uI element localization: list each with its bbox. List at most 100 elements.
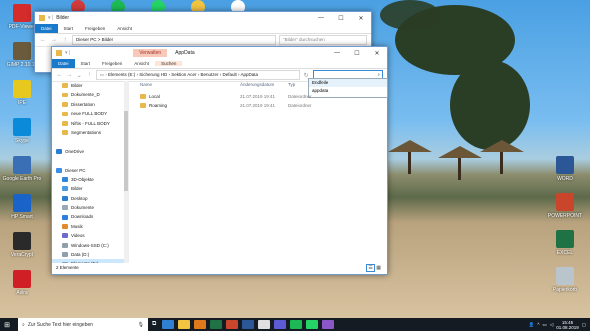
back-arrow-icon[interactable]: ← bbox=[56, 72, 63, 78]
microphone-icon[interactable]: 🎙 bbox=[138, 322, 144, 328]
maximize-button[interactable]: ☐ bbox=[331, 15, 351, 22]
volume-icon[interactable]: ◁ bbox=[550, 322, 553, 328]
people-icon[interactable]: 👤 bbox=[529, 322, 535, 328]
desktop-icon[interactable]: POWERPOINT bbox=[545, 193, 585, 219]
desktop-icon[interactable]: Skype bbox=[2, 118, 42, 144]
tray-chevron-icon[interactable]: ^ bbox=[537, 322, 539, 327]
desktop-icon[interactable]: Google Earth Pro bbox=[2, 156, 42, 182]
minimize-button[interactable]: — bbox=[327, 50, 347, 57]
nav-tree-item[interactable]: 3D-Objekte bbox=[52, 175, 128, 184]
close-button[interactable]: ✕ bbox=[351, 15, 371, 22]
nav-tree-item[interactable]: neue FULL BODY bbox=[52, 109, 128, 118]
minimize-button[interactable]: — bbox=[311, 15, 331, 22]
desktop-icon[interactable]: Papierkorb bbox=[545, 267, 585, 293]
taskbar-app-icon[interactable] bbox=[290, 320, 303, 329]
nav-tree-item[interactable]: Videos bbox=[52, 231, 128, 240]
file-list[interactable]: Name Änderungsdatum Typ Local 21.07.2019 … bbox=[140, 81, 386, 251]
scrollbar[interactable] bbox=[124, 81, 128, 263]
tab-verwalten[interactable]: Verwalten bbox=[133, 49, 168, 57]
network-icon[interactable]: ▭ bbox=[542, 322, 546, 328]
address-bar[interactable]: ▭ › Elements (E:) › Sicherung HD › Sekti… bbox=[95, 70, 300, 80]
nav-tree-item[interactable]: Bilder bbox=[52, 81, 128, 90]
column-name[interactable]: Name bbox=[140, 81, 240, 89]
quick-access-toolbar[interactable]: ▾ | bbox=[65, 50, 70, 56]
nav-tree-item[interactable]: Elements (E:) bbox=[52, 259, 128, 263]
breadcrumb-segment[interactable]: AppData bbox=[241, 72, 259, 77]
maximize-button[interactable]: ☐ bbox=[347, 50, 367, 57]
nav-tree-item[interactable]: Desktop bbox=[52, 194, 128, 203]
nav-tree-item[interactable]: Bilder bbox=[52, 184, 128, 193]
tab-freigeben[interactable]: Freigeben bbox=[79, 26, 111, 31]
nav-tree-item[interactable]: Dieser PC bbox=[52, 166, 128, 175]
desktop-icon[interactable]: Avira bbox=[2, 270, 42, 296]
taskbar-app-icon[interactable] bbox=[306, 320, 319, 329]
taskbar-app-icon[interactable] bbox=[162, 320, 175, 329]
search-input[interactable]: "Bilder" durchsuchen bbox=[279, 35, 367, 45]
taskbar-app-icon[interactable] bbox=[194, 320, 207, 329]
desktop-icon[interactable]: HP Smart bbox=[2, 194, 42, 220]
desktop-icon[interactable]: WORD bbox=[545, 156, 585, 182]
breadcrumb-segment[interactable]: Sicherung HD bbox=[139, 72, 167, 77]
nav-tree-label: Musik bbox=[71, 223, 83, 229]
taskbar-app-icon[interactable] bbox=[242, 320, 255, 329]
taskbar-app-icon[interactable] bbox=[274, 320, 287, 329]
address-bar[interactable]: Dieser PC > Bilder bbox=[72, 35, 276, 45]
taskbar-app-icon[interactable] bbox=[210, 320, 223, 329]
tab-ansicht[interactable]: Ansicht bbox=[111, 26, 138, 31]
nav-tree-item[interactable]: Windows-SSD (C:) bbox=[52, 241, 128, 250]
large-icons-view-icon[interactable]: ▦ bbox=[376, 265, 381, 271]
tab-start[interactable]: Start bbox=[58, 26, 80, 31]
file-row[interactable]: Roaming 21.07.2019 19:41 Dateiordner bbox=[140, 101, 386, 110]
breadcrumb-segment[interactable]: Elements (E:) bbox=[108, 72, 135, 77]
forward-arrow-icon[interactable]: → bbox=[50, 37, 58, 43]
nav-tree-item[interactable]: Data (D:) bbox=[52, 250, 128, 259]
window-titlebar[interactable]: ▾ | Verwalten AppData — ☐ ✕ bbox=[52, 47, 387, 59]
nav-tree-item[interactable]: Segmentations bbox=[52, 128, 128, 137]
windows-start-icon[interactable]: ⊞ bbox=[0, 321, 14, 329]
nav-tree-item[interactable]: OneDrive bbox=[52, 147, 128, 156]
nav-tree-item[interactable]: Dokumente_D bbox=[52, 90, 128, 99]
file-row[interactable]: Local 21.07.2019 19:41 Dateiordner bbox=[140, 92, 386, 101]
nav-tree-item[interactable]: Dokumente bbox=[52, 203, 128, 212]
close-button[interactable]: ✕ bbox=[367, 50, 387, 57]
taskbar-app-icon[interactable] bbox=[322, 320, 335, 329]
taskbar-search[interactable]: ⌕ Zur Suche Text hier eingeben 🎙 bbox=[18, 318, 148, 331]
tab-datei[interactable]: Datei bbox=[52, 59, 75, 68]
desktop-icon[interactable]: EXCEL bbox=[545, 230, 585, 256]
window-titlebar[interactable]: ▾ | Bilder — ☐ ✕ bbox=[35, 12, 371, 24]
breadcrumb-segment[interactable]: Default bbox=[223, 72, 237, 77]
column-date[interactable]: Änderungsdatum bbox=[240, 81, 288, 89]
up-arrow-icon[interactable]: ↑ bbox=[61, 37, 69, 43]
task-view-icon[interactable]: ⧉ bbox=[152, 321, 156, 328]
forward-arrow-icon[interactable]: → bbox=[66, 72, 73, 78]
nav-tree-item[interactable]: Downloads bbox=[52, 212, 128, 221]
column-type[interactable]: Typ bbox=[288, 81, 328, 89]
tab-freigeben[interactable]: Freigeben bbox=[96, 61, 128, 66]
quick-access-toolbar[interactable]: ▾ | bbox=[48, 15, 53, 21]
desktop-icon[interactable]: IPE bbox=[2, 80, 42, 106]
explorer-window-appdata[interactable]: ▾ | Verwalten AppData — ☐ ✕ Datei Start … bbox=[51, 46, 388, 275]
breadcrumb-segment[interactable]: Benutzer bbox=[201, 72, 219, 77]
details-view-icon[interactable]: ☰ bbox=[366, 264, 375, 272]
nav-tree-item[interactable]: Dissertation bbox=[52, 100, 128, 109]
nav-tree-item[interactable]: Musik bbox=[52, 222, 128, 231]
notification-icon[interactable]: ▢ bbox=[582, 322, 586, 328]
view-toggle[interactable]: ☰ ▦ bbox=[366, 264, 381, 272]
taskbar-app-icon[interactable] bbox=[226, 320, 239, 329]
tab-start[interactable]: Start bbox=[75, 61, 97, 66]
scrollbar-thumb[interactable] bbox=[124, 111, 128, 191]
taskbar-app-icon[interactable] bbox=[258, 320, 271, 329]
desktop-icon[interactable]: VeraCrypt bbox=[2, 232, 42, 258]
nav-tree-label: Dokumente_D bbox=[71, 92, 100, 98]
tab-ansicht[interactable]: Ansicht bbox=[128, 61, 155, 66]
tab-datei[interactable]: Datei bbox=[35, 24, 58, 33]
up-arrow-icon[interactable]: ↑ bbox=[86, 72, 93, 78]
tab-suchen[interactable]: Suchen bbox=[155, 61, 183, 66]
clock[interactable]: 15:45 01.08.2019 bbox=[556, 320, 579, 330]
back-arrow-icon[interactable]: ← bbox=[39, 37, 47, 43]
nav-tree-item[interactable]: Niftis - FULL BODY bbox=[52, 119, 128, 128]
taskbar-app-icon[interactable] bbox=[178, 320, 191, 329]
breadcrumb-segment[interactable]: Sektion Acer bbox=[171, 72, 196, 77]
navigation-pane[interactable]: Bilder Dokumente_D Dissertation neue FULL B… bbox=[52, 81, 129, 263]
chevron-down-icon[interactable]: ⌄ bbox=[76, 72, 83, 79]
